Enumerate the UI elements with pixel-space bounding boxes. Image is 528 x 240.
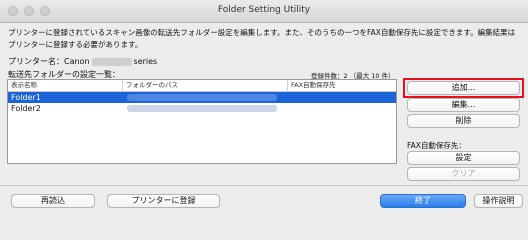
window-title: Folder Setting Utility xyxy=(217,5,311,15)
column-header-name[interactable]: 表示名称 xyxy=(8,80,123,91)
printer-name: プリンター名：Canon series xyxy=(8,56,157,67)
bottom-separator xyxy=(0,185,528,186)
printer-name-prefix: プリンター名：Canon xyxy=(8,57,90,66)
table-row[interactable]: Folder1 xyxy=(8,92,396,103)
help-button[interactable]: 操作説明 xyxy=(474,194,523,208)
fax-destination-label: FAX自動保存先： xyxy=(407,141,466,150)
fax-clear-button[interactable]: クリア xyxy=(407,167,520,181)
folder-table[interactable]: 表示名称 フォルダーのパス FAX自動保存先 Folder1 Folder2 xyxy=(7,79,397,164)
register-to-printer-button[interactable]: プリンターに登録 xyxy=(107,194,220,208)
table-row[interactable]: Folder2 xyxy=(8,103,396,114)
folder-path-redacted xyxy=(123,103,288,114)
table-header: 表示名称 フォルダーのパス FAX自動保存先 xyxy=(8,80,396,92)
printer-model-redacted xyxy=(91,57,132,66)
description-text: プリンターに登録されているスキャン画像の転送先フォルダー設定を編集します。また、… xyxy=(8,28,516,49)
folder-path-redacted xyxy=(123,92,288,103)
title-bar: Folder Setting Utility xyxy=(0,0,528,23)
folder-name: Folder1 xyxy=(11,93,41,102)
reload-button[interactable]: 再読込 xyxy=(11,194,95,208)
delete-button[interactable]: 削除 xyxy=(407,114,520,128)
column-header-path[interactable]: フォルダーのパス xyxy=(123,80,288,91)
done-button[interactable]: 終了 xyxy=(380,194,466,208)
add-button-highlight xyxy=(403,78,524,98)
edit-button[interactable]: 編集... xyxy=(407,98,520,112)
printer-name-suffix: series xyxy=(133,57,158,66)
fax-set-button[interactable]: 設定 xyxy=(407,151,520,165)
column-header-fax[interactable]: FAX自動保存先 xyxy=(288,80,396,91)
folder-name: Folder2 xyxy=(11,104,41,113)
